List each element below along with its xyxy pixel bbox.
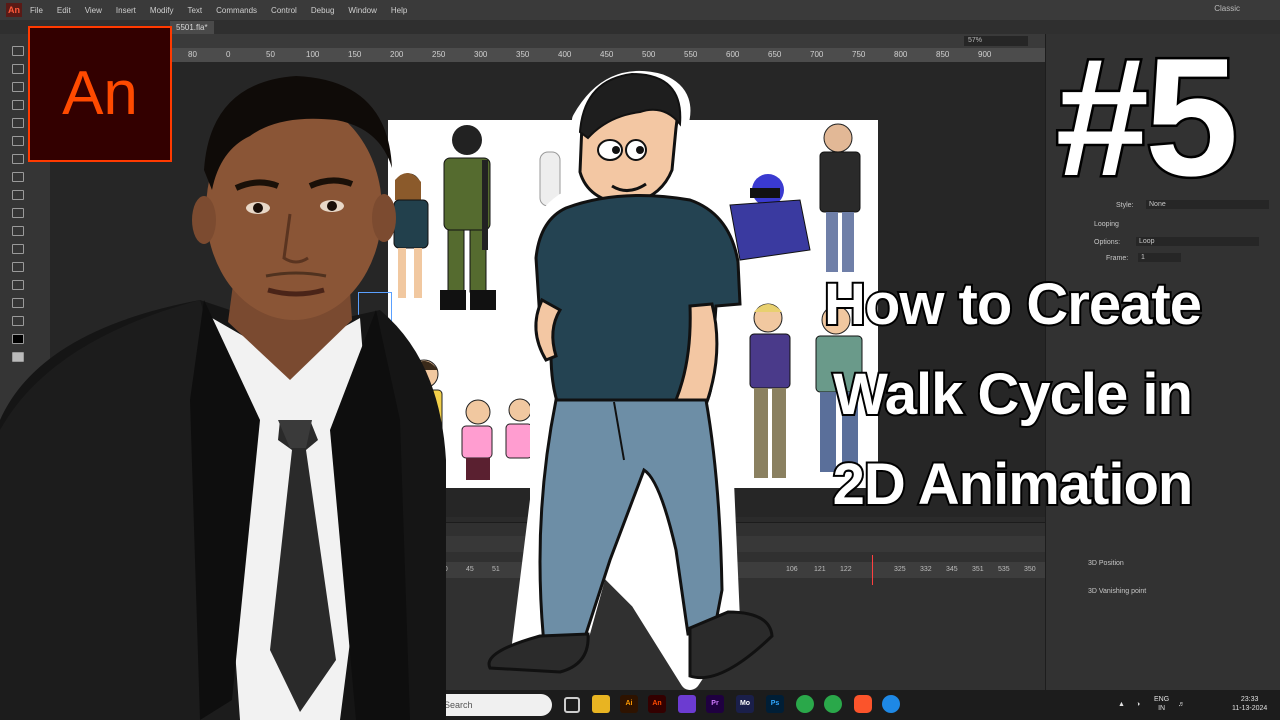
adobe-animate-logo: An [28,26,172,162]
title-line-1: How to Create [822,270,1204,339]
title-line-2: Walk Cycle in [831,360,1195,429]
thumbnail-title: How to Create Walk Cycle in 2D Animation [760,260,1265,530]
main-cartoon-character [487,71,774,690]
title-line-3: 2D Animation [831,450,1196,519]
presenter-photo [0,76,446,720]
episode-number: #5 [1053,23,1241,211]
